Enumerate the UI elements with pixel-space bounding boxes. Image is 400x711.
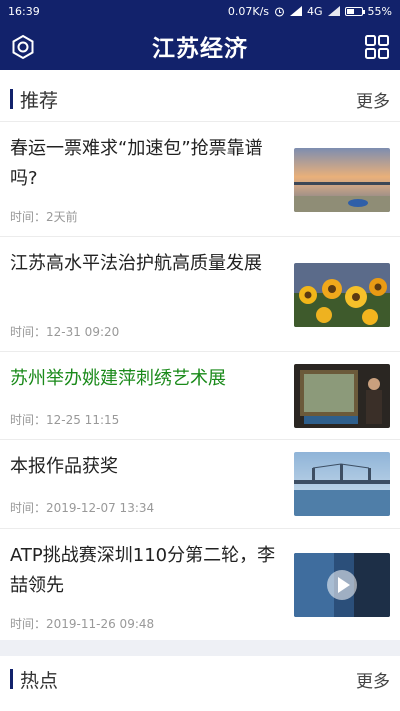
app-header: 江苏经济 [0,22,400,70]
hot-more-link[interactable]: 更多 [356,667,390,692]
news-item[interactable]: ATP挑战赛深圳110分第二轮，李喆领先 时间：2019-11-26 09:48 [0,528,400,641]
signal-icon [290,6,303,16]
status-time: 16:39 [8,4,40,18]
recommended-label: 推荐 [20,89,59,112]
news-item[interactable]: 春运一票难求“加速包”抢票靠谱吗? 时间：2天前 [0,121,400,236]
battery-percent: 55% [367,4,392,18]
target-circle-icon[interactable] [10,34,36,60]
app-title: 江苏经济 [152,36,248,62]
news-thumbnail [294,263,390,327]
news-time: 时间：12-31 09:20 [10,325,120,339]
news-item[interactable]: 苏州举办姚建萍刺绣艺术展 时间：12-25 11:15 [0,351,400,439]
network-speed: 0.07K/s [227,4,270,18]
recommended-more-link[interactable]: 更多 [356,87,390,112]
news-thumbnail [294,364,390,428]
news-time: 时间：2019-12-07 13:34 [10,501,155,515]
news-title: ATP挑战赛深圳110分第二轮，李喆领先 [10,545,276,596]
status-indicators: 0.07K/s 4G 55% [228,5,392,18]
network-type: 4G [307,4,323,18]
news-title: 本报作品获奖 [10,456,118,477]
alarm-icon [275,6,285,16]
recommended-section-header: 推荐 更多 [0,76,400,122]
news-time: 时间：2天前 [10,210,78,224]
hot-label: 热点 [20,669,59,692]
news-thumbnail [294,148,390,212]
news-item[interactable]: 江苏高水平法治护航高质量发展 时间：12-31 09:20 [0,236,400,351]
hot-section-header: 热点 更多 [0,656,400,702]
news-time: 时间：12-25 11:15 [10,413,120,427]
news-title: 春运一票难求“加速包”抢票靠谱吗? [10,138,263,189]
news-title: 苏州举办姚建萍刺绣艺术展 [10,368,226,389]
news-title: 江苏高水平法治护航高质量发展 [10,253,262,274]
news-time: 时间：2019-11-26 09:48 [10,617,155,631]
news-list: 春运一票难求“加速包”抢票靠谱吗? 时间：2天前 江苏高水平法治护航高质量发展 … [0,121,400,641]
status-bar: 16:39 0.07K/s 4G 55% [0,0,400,22]
signal-strength-icon [327,6,340,16]
battery-icon [344,6,365,16]
grid-menu-icon[interactable] [364,34,390,60]
news-item[interactable]: 本报作品获奖 时间：2019-12-07 13:34 [0,439,400,528]
section-divider [0,640,400,656]
section-accent-bar [10,669,13,689]
news-thumbnail [294,553,390,617]
news-thumbnail [294,452,390,516]
section-accent-bar [10,89,13,109]
